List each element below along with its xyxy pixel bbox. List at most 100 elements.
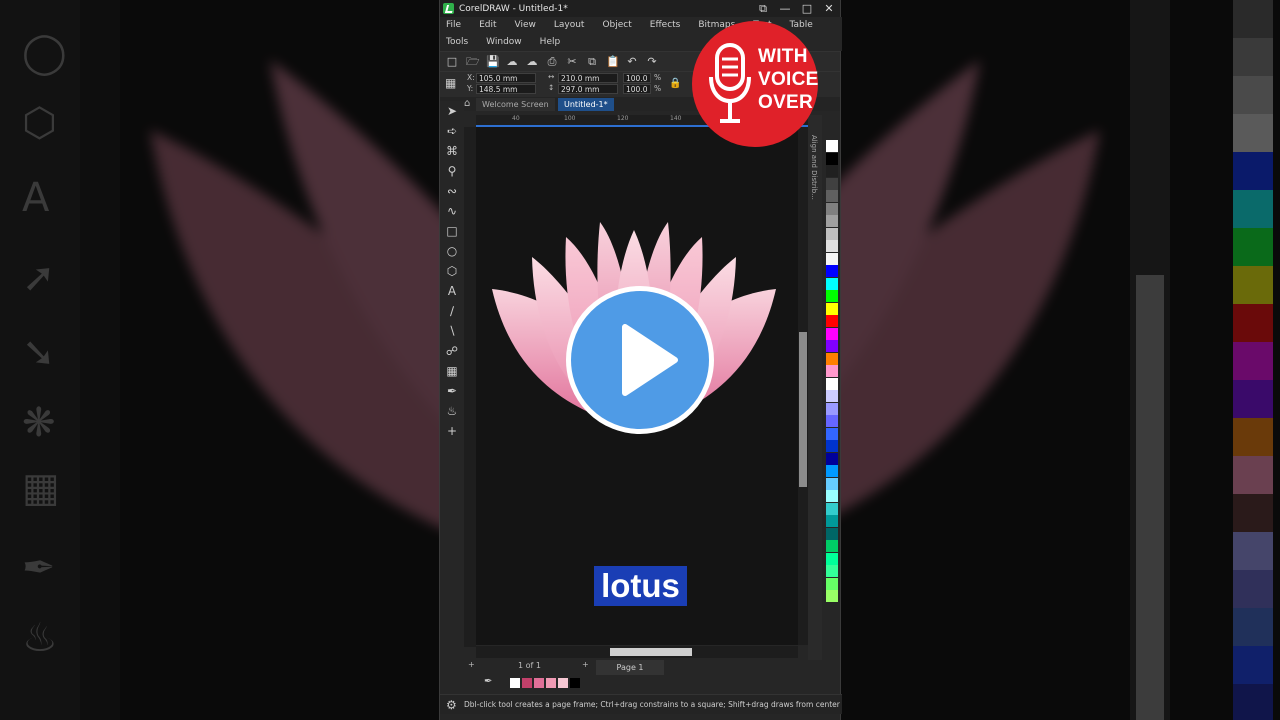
scale-height-field[interactable]: 100.0 xyxy=(623,84,651,94)
palette-swatch[interactable] xyxy=(826,152,838,165)
palette-swatch[interactable] xyxy=(826,340,838,352)
y-position-field[interactable]: 148.5 mm xyxy=(476,84,536,94)
palette-swatch[interactable] xyxy=(826,515,838,527)
eyedropper-palette-icon[interactable]: ✒ xyxy=(484,676,492,687)
document-swatch[interactable] xyxy=(570,678,580,688)
document-swatch[interactable] xyxy=(510,678,520,688)
menu-table[interactable]: Table xyxy=(789,19,812,33)
palette-swatch[interactable] xyxy=(826,590,838,602)
x-position-field[interactable]: 105.0 mm xyxy=(476,73,536,83)
artistic-media-icon[interactable]: ∿ xyxy=(440,201,464,221)
minimize-button[interactable]: — xyxy=(774,2,796,16)
palette-swatch[interactable] xyxy=(826,202,838,215)
menu-object[interactable]: Object xyxy=(602,19,631,33)
vertical-scrollbar[interactable] xyxy=(798,127,808,645)
palette-swatch[interactable] xyxy=(826,452,838,465)
ellipse-tool-icon[interactable]: ○ xyxy=(440,241,464,261)
palette-swatch[interactable] xyxy=(826,527,838,540)
save-icon[interactable]: 💾 xyxy=(486,55,500,68)
palette-swatch[interactable] xyxy=(826,327,838,340)
palette-swatch[interactable] xyxy=(826,577,838,590)
docker-align-distribute[interactable]: Align and Distrib... xyxy=(810,135,818,200)
tab-page-1[interactable]: Page 1 xyxy=(596,660,664,675)
shape-tool-icon[interactable]: ➪ xyxy=(440,121,464,141)
palette-swatch[interactable] xyxy=(826,302,838,315)
new-document-icon[interactable]: □ xyxy=(446,55,458,68)
home-icon[interactable]: ⌂ xyxy=(464,98,470,109)
menu-layout[interactable]: Layout xyxy=(554,19,585,33)
parallel-dimension-icon[interactable]: ∕ xyxy=(440,301,464,321)
menu-window[interactable]: Window xyxy=(486,36,522,50)
polygon-tool-icon[interactable]: ⬡ xyxy=(440,261,464,281)
fill-tool-icon[interactable]: ♨ xyxy=(440,401,464,421)
add-page-icon[interactable]: + xyxy=(468,660,475,669)
palette-swatch[interactable] xyxy=(826,390,838,402)
palette-swatch[interactable] xyxy=(826,552,838,565)
document-swatch[interactable] xyxy=(522,678,532,688)
palette-swatch[interactable] xyxy=(826,352,838,365)
tab-untitled-1[interactable]: Untitled-1* xyxy=(558,98,614,111)
cut-icon[interactable]: ✂ xyxy=(566,55,578,68)
close-button[interactable]: ✕ xyxy=(818,2,840,16)
menu-help[interactable]: Help xyxy=(540,36,561,50)
palette-swatch[interactable] xyxy=(826,290,838,302)
transparency-tool-icon[interactable]: ▦ xyxy=(440,361,464,381)
palette-swatch[interactable] xyxy=(826,490,838,502)
cloud-upload-icon[interactable]: ☁ xyxy=(506,55,518,68)
palette-swatch[interactable] xyxy=(826,440,838,452)
document-swatch[interactable] xyxy=(558,678,568,688)
palette-swatch[interactable] xyxy=(826,277,838,290)
document-swatch[interactable] xyxy=(546,678,556,688)
restore-icon[interactable]: ⧉ xyxy=(752,2,774,16)
menu-effects[interactable]: Effects xyxy=(650,19,681,33)
cloud-download-icon[interactable]: ☁ xyxy=(526,55,538,68)
horizontal-scrollbar[interactable] xyxy=(476,646,798,658)
lock-ratio-icon[interactable]: 🔒 xyxy=(669,78,681,89)
palette-swatch[interactable] xyxy=(826,477,838,490)
palette-swatch[interactable] xyxy=(826,165,838,177)
tab-welcome-screen[interactable]: Welcome Screen xyxy=(476,98,555,111)
width-field[interactable]: 210.0 mm xyxy=(558,73,618,83)
undo-icon[interactable]: ↶ xyxy=(626,55,638,68)
palette-swatch[interactable] xyxy=(826,415,838,427)
menu-view[interactable]: View xyxy=(515,19,536,33)
menu-file[interactable]: File xyxy=(446,19,461,33)
palette-swatch[interactable] xyxy=(826,265,838,277)
connector-tool-icon[interactable]: ∖ xyxy=(440,321,464,341)
scale-width-field[interactable]: 100.0 xyxy=(623,73,651,83)
vertical-scroll-thumb[interactable] xyxy=(799,332,807,487)
pick-tool-icon[interactable]: ➤ xyxy=(440,101,464,121)
copy-icon[interactable]: ⧉ xyxy=(586,55,598,68)
print-icon[interactable]: ⎙ xyxy=(546,55,558,68)
reference-point-icon[interactable]: ▦ xyxy=(445,76,456,90)
horizontal-scroll-thumb[interactable] xyxy=(610,648,692,656)
palette-swatch[interactable] xyxy=(826,540,838,552)
palette-swatch[interactable] xyxy=(826,377,838,390)
crop-tool-icon[interactable]: ⌘ xyxy=(440,141,464,161)
palette-swatch[interactable] xyxy=(826,240,838,252)
palette-swatch[interactable] xyxy=(826,215,838,227)
height-field[interactable]: 297.0 mm xyxy=(558,84,618,94)
palette-swatch[interactable] xyxy=(826,402,838,415)
add-tool-icon[interactable]: + xyxy=(440,421,464,441)
palette-swatch[interactable] xyxy=(826,190,838,202)
palette-swatch[interactable] xyxy=(826,465,838,477)
add-page-after-icon[interactable]: + xyxy=(582,660,589,669)
menu-edit[interactable]: Edit xyxy=(479,19,496,33)
maximize-button[interactable]: □ xyxy=(796,2,818,16)
gear-icon[interactable]: ⚙ xyxy=(446,695,457,715)
open-icon[interactable]: 🗁 xyxy=(466,55,480,68)
palette-swatch[interactable] xyxy=(826,177,838,190)
blend-tool-icon[interactable]: ☍ xyxy=(440,341,464,361)
rectangle-tool-icon[interactable]: □ xyxy=(440,221,464,241)
palette-swatch[interactable] xyxy=(826,427,838,440)
freehand-tool-icon[interactable]: ∾ xyxy=(440,181,464,201)
zoom-tool-icon[interactable]: ⚲ xyxy=(440,161,464,181)
palette-swatch[interactable] xyxy=(826,565,838,577)
palette-swatch[interactable] xyxy=(826,252,838,265)
play-button[interactable] xyxy=(566,286,714,434)
redo-icon[interactable]: ↷ xyxy=(646,55,658,68)
menu-tools[interactable]: Tools xyxy=(446,36,468,50)
palette-swatch[interactable] xyxy=(826,140,838,152)
eyedropper-icon[interactable]: ✒ xyxy=(440,381,464,401)
